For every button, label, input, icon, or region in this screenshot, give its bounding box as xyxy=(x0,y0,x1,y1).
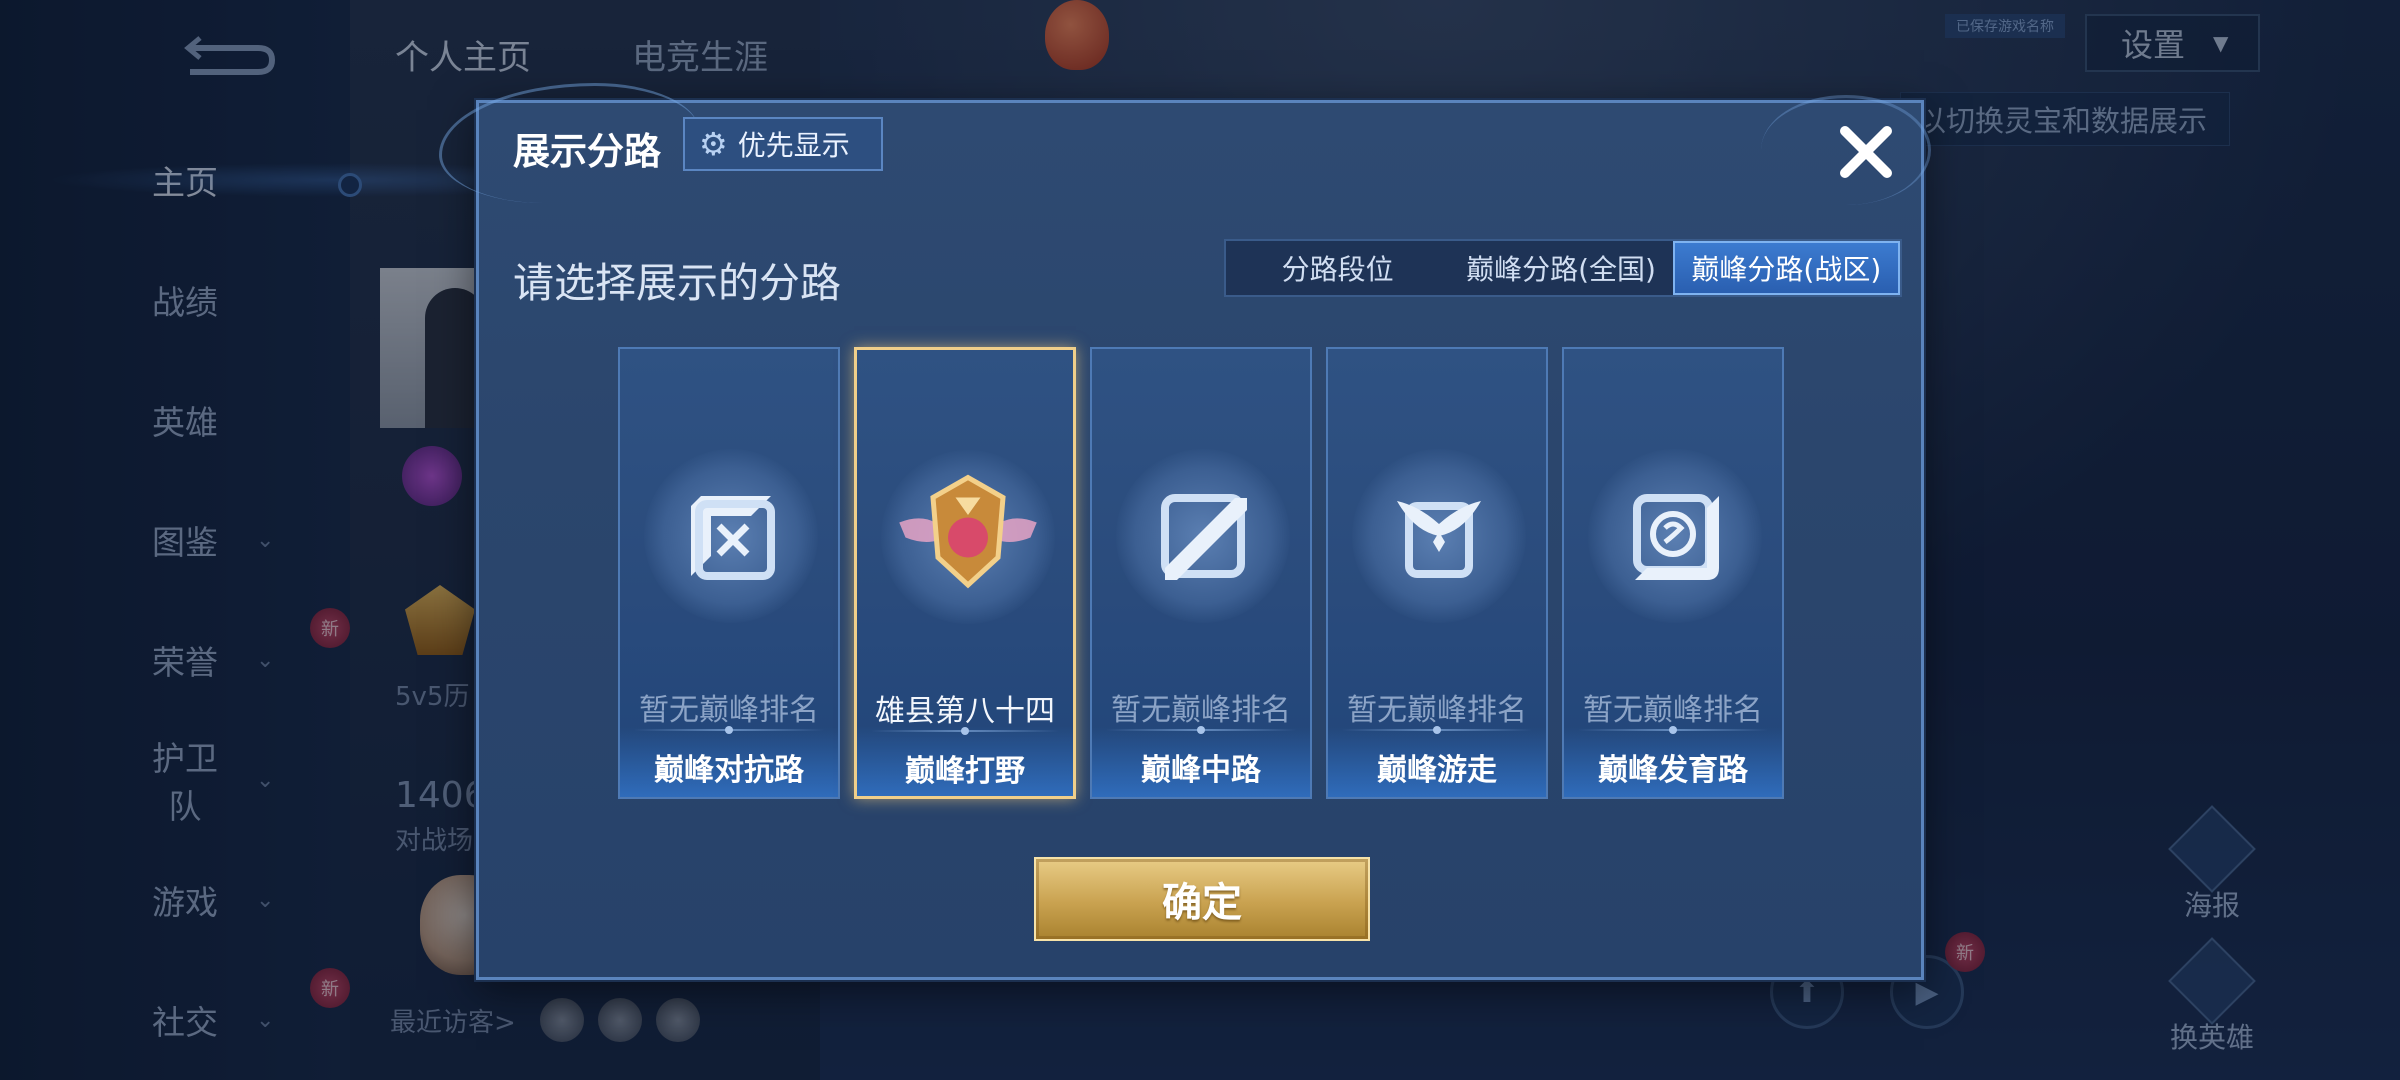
segment-peak-national[interactable]: 巅峰分路(全国) xyxy=(1449,241,1672,295)
card-name: 巅峰打野 xyxy=(905,754,1025,789)
card-name: 巅峰游走 xyxy=(1377,753,1497,788)
card-status: 暂无巅峰排名 xyxy=(1111,693,1291,728)
mid-lane-icon xyxy=(1161,494,1247,580)
section-label: 请选择展示的分路 xyxy=(513,259,841,307)
lane-card-jungle[interactable]: 雄县第八十四 巅峰打野 xyxy=(854,347,1076,799)
card-divider xyxy=(1578,726,1768,734)
clash-lane-icon xyxy=(691,496,775,580)
farm-lane-icon xyxy=(1633,494,1719,580)
card-name: 巅峰中路 xyxy=(1141,753,1261,788)
card-name: 巅峰对抗路 xyxy=(654,753,804,788)
segment-lane-rank[interactable]: 分路段位 xyxy=(1226,241,1449,295)
card-divider xyxy=(1342,726,1532,734)
jungle-rank-emblem xyxy=(899,474,1037,589)
card-status: 暂无巅峰排名 xyxy=(639,693,819,728)
dialog-title: 展示分路 xyxy=(513,130,661,173)
lane-card-farm[interactable]: 暂无巅峰排名 巅峰发育路 xyxy=(1562,347,1784,799)
card-divider xyxy=(634,726,824,734)
card-divider xyxy=(1106,726,1296,734)
roam-icon xyxy=(1397,501,1481,578)
segment-peak-region[interactable]: 巅峰分路(战区) xyxy=(1672,241,1900,295)
card-status: 暂无巅峰排名 xyxy=(1583,693,1763,728)
priority-display-label: 优先显示 xyxy=(737,129,850,162)
close-icon[interactable] xyxy=(1831,117,1901,187)
gear-icon: ⚙ xyxy=(699,125,728,163)
segment-control: 分路段位 巅峰分路(全国) 巅峰分路(战区) xyxy=(1224,239,1902,297)
card-status: 暂无巅峰排名 xyxy=(1347,693,1527,728)
confirm-button[interactable]: 确定 xyxy=(1034,857,1370,941)
lane-card-clash[interactable]: 暂无巅峰排名 巅峰对抗路 xyxy=(618,347,840,799)
priority-display-button[interactable]: ⚙ 优先显示 xyxy=(683,117,883,171)
card-status: 雄县第八十四 xyxy=(875,694,1055,729)
lane-card-mid[interactable]: 暂无巅峰排名 巅峰中路 xyxy=(1090,347,1312,799)
card-divider xyxy=(871,727,1059,735)
card-name: 巅峰发育路 xyxy=(1598,753,1748,788)
lane-card-roam[interactable]: 暂无巅峰排名 巅峰游走 xyxy=(1326,347,1548,799)
lane-display-dialog: 展示分路 ⚙ 优先显示 请选择展示的分路 分路段位 巅峰分路(全国) 巅峰分路(… xyxy=(439,83,1931,980)
